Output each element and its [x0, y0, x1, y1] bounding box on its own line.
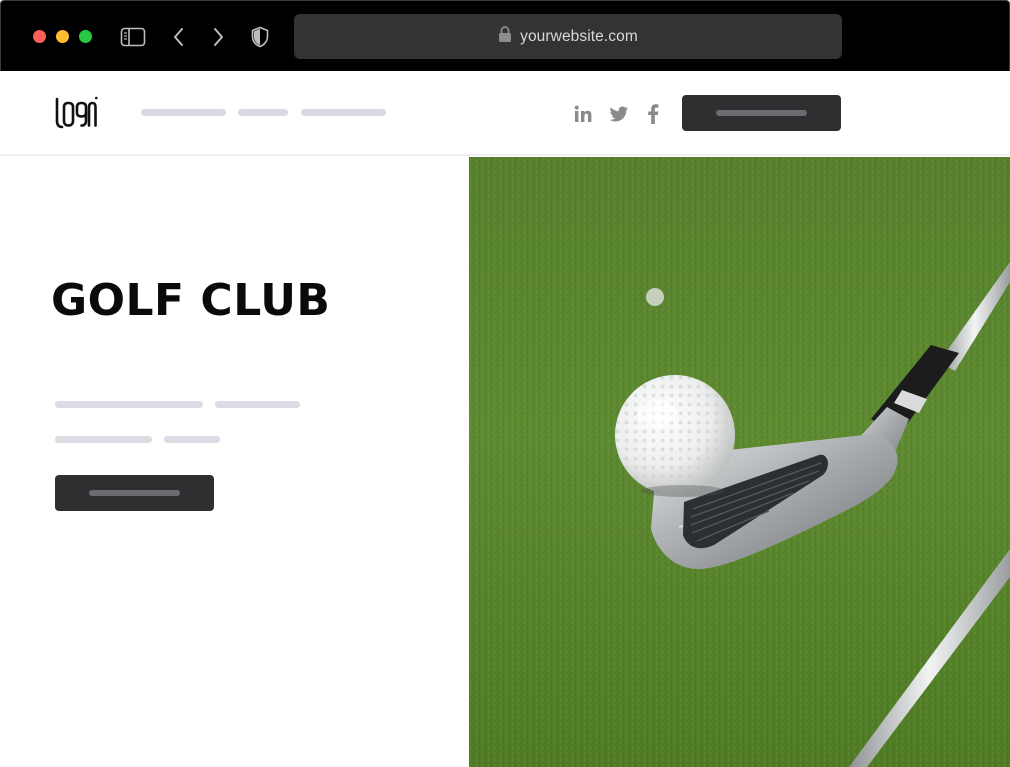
hero-text-line — [215, 401, 300, 408]
linkedin-icon[interactable] — [570, 101, 596, 127]
hero-text-line — [55, 436, 152, 443]
twitter-icon[interactable] — [606, 101, 632, 127]
header-cta-label-placeholder — [716, 110, 807, 116]
hero-text-line — [164, 436, 220, 443]
maximize-window-button[interactable] — [79, 30, 92, 43]
site-header — [0, 71, 1010, 156]
nav-item-1[interactable] — [141, 109, 226, 116]
hero-cta-button[interactable] — [55, 475, 214, 511]
sidebar-icon[interactable] — [119, 23, 147, 51]
hero-cta-label-placeholder — [89, 490, 180, 496]
nav-item-2[interactable] — [238, 109, 288, 116]
close-window-button[interactable] — [33, 30, 46, 43]
hero-title: GOLF CLUB — [51, 275, 331, 326]
nav-item-3[interactable] — [301, 109, 386, 116]
shield-icon[interactable] — [246, 23, 274, 51]
back-chevron-icon[interactable] — [165, 23, 193, 51]
minimize-window-button[interactable] — [56, 30, 69, 43]
logo-icon[interactable] — [54, 95, 98, 134]
browser-toolbar: yourwebsite.com — [0, 0, 1010, 71]
golf-ball-on-club-photo — [469, 157, 1010, 767]
header-cta-button[interactable] — [682, 95, 841, 131]
address-bar[interactable]: yourwebsite.com — [294, 14, 842, 59]
facebook-icon[interactable] — [640, 101, 666, 127]
forward-chevron-icon[interactable] — [204, 23, 232, 51]
lock-icon — [498, 25, 512, 48]
url-text: yourwebsite.com — [520, 27, 638, 45]
hero-text-line — [55, 401, 203, 408]
